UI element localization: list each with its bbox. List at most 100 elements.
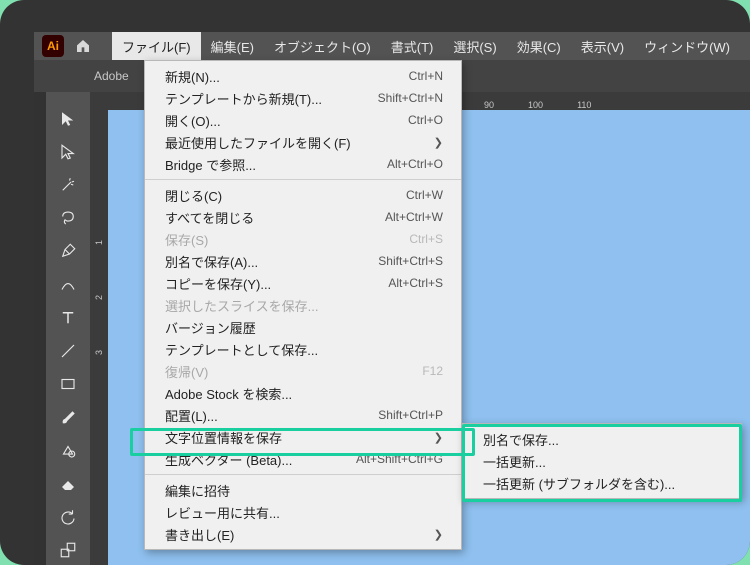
menu-item-label: すべてを閉じる — [165, 208, 254, 227]
menu-type-label: 書式(T) — [391, 37, 434, 56]
toolbox — [46, 92, 90, 565]
submenu-item-label: 一括更新... — [483, 452, 546, 471]
menu-item-label: 最近使用したファイルを開く(F) — [165, 133, 351, 152]
submenu-item[interactable]: 一括更新 (サブフォルダを含む)... — [463, 472, 741, 494]
menu-effect-label: 効果(C) — [517, 37, 561, 56]
menu-item[interactable]: 新規(N)...Ctrl+N — [145, 65, 461, 87]
menu-item-label: 編集に招待 — [165, 481, 230, 500]
menu-item[interactable]: Bridge で参照... Alt+Ctrl+O — [145, 153, 461, 175]
direct-selection-tool-icon[interactable] — [52, 137, 84, 166]
menu-item-label: テンプレートとして保存... — [165, 340, 318, 359]
ruler-tick: 110 — [577, 100, 591, 110]
menu-item[interactable]: バージョン履歴 — [145, 316, 461, 338]
menu-select[interactable]: 選択(S) — [443, 32, 506, 60]
document-tab[interactable]: Adobe — [94, 69, 129, 83]
menu-item-shortcut: Alt+Ctrl+W — [385, 210, 443, 224]
rectangle-tool-icon[interactable] — [52, 370, 84, 399]
menu-item-label: 配置(L)... — [165, 406, 218, 425]
menu-object[interactable]: オブジェクト(O) — [264, 32, 381, 60]
menu-item-shortcut: Alt+Ctrl+O — [387, 157, 443, 171]
home-icon[interactable] — [74, 37, 92, 55]
menu-item[interactable]: コピーを保存(Y)...Alt+Ctrl+S — [145, 272, 461, 294]
submenu-item[interactable]: 一括更新... — [463, 450, 741, 472]
menu-view[interactable]: 表示(V) — [571, 32, 634, 60]
menu-item[interactable]: レビュー用に共有... — [145, 501, 461, 523]
menu-item-label: 復帰(V) — [165, 362, 208, 381]
chevron-right-icon: ❯ — [422, 528, 443, 541]
menu-item-label: 閉じる(C) — [165, 186, 222, 205]
menu-item-shortcut: Ctrl+S — [409, 232, 443, 246]
chevron-right-icon: ❯ — [422, 431, 443, 444]
file-menu-dropdown: 新規(N)...Ctrl+N テンプレートから新規(T)... Shift+Ctrl… — [144, 60, 462, 550]
menu-item[interactable]: Adobe Stock を検索... — [145, 382, 461, 404]
menu-item-label: Adobe Stock を検索... — [165, 384, 292, 403]
menu-item-label: Bridge で参照... — [165, 155, 256, 174]
menu-item[interactable]: 閉じる(C)Ctrl+W — [145, 184, 461, 206]
menu-file[interactable]: ファイル(F) — [112, 32, 201, 60]
menu-item: 保存(S) Ctrl+S — [145, 228, 461, 250]
menu-item-label: テンプレートから新規(T)... — [165, 89, 322, 108]
submenu-item[interactable]: 別名で保存... — [463, 428, 741, 450]
rotate-tool-icon[interactable] — [52, 503, 84, 532]
menu-item-label: バージョン履歴 — [165, 318, 256, 337]
menu-item-shortcut: Shift+Ctrl+N — [378, 91, 443, 105]
menu-item-label: 保存(S) — [165, 230, 208, 249]
lasso-tool-icon[interactable] — [52, 204, 84, 233]
menu-item[interactable]: 別名で保存(A)... Shift+Ctrl+S — [145, 250, 461, 272]
menu-view-label: 表示(V) — [581, 37, 624, 56]
chevron-right-icon: ❯ — [422, 136, 443, 149]
menu-item[interactable]: 開く(O)...Ctrl+O — [145, 109, 461, 131]
menu-effect[interactable]: 効果(C) — [507, 32, 571, 60]
menu-item-label: 新規(N)... — [165, 67, 220, 86]
menu-item[interactable]: すべてを閉じる Alt+Ctrl+W — [145, 206, 461, 228]
wand-tool-icon[interactable] — [52, 170, 84, 199]
menu-item[interactable]: 編集に招待 — [145, 479, 461, 501]
menu-item-shortcut: Ctrl+O — [408, 113, 443, 127]
curvature-tool-icon[interactable] — [52, 270, 84, 299]
menu-separator — [145, 179, 461, 180]
menubar: Ai ファイル(F) 編集(E) オブジェクト(O) 書式(T) 選択(S) 効… — [34, 32, 750, 60]
menu-item[interactable]: 文字位置情報を保存❯ — [145, 426, 461, 448]
menu-item[interactable]: 書き出し(E) ❯ — [145, 523, 461, 545]
brush-tool-icon[interactable] — [52, 403, 84, 432]
app-window: Ai ファイル(F) 編集(E) オブジェクト(O) 書式(T) 選択(S) 効… — [0, 0, 750, 565]
menu-window[interactable]: ウィンドウ(W) — [634, 32, 740, 60]
line-tool-icon[interactable] — [52, 337, 84, 366]
menu-item-shortcut: F12 — [422, 364, 443, 378]
vertical-ruler: 1 2 3 — [90, 110, 108, 565]
menu-item-label: 書き出し(E) — [165, 525, 234, 544]
scale-tool-icon[interactable] — [52, 536, 84, 565]
menu-item: 選択したスライスを保存... — [145, 294, 461, 316]
menu-window-label: ウィンドウ(W) — [644, 37, 730, 56]
app-logo-icon: Ai — [42, 35, 64, 57]
menu-item[interactable]: テンプレートとして保存... — [145, 338, 461, 360]
menu-item-label: 生成ベクター (Beta)... — [165, 450, 292, 469]
left-gutter — [34, 92, 46, 565]
menu-edit[interactable]: 編集(E) — [201, 32, 264, 60]
menu-item-shortcut: Shift+Ctrl+P — [378, 408, 443, 422]
menu-item[interactable]: 配置(L)... Shift+Ctrl+P — [145, 404, 461, 426]
ruler-tick: 3 — [94, 350, 104, 355]
submenu-item-label: 一括更新 (サブフォルダを含む)... — [483, 474, 675, 493]
menu-item-label: レビュー用に共有... — [165, 503, 280, 522]
ruler-tick: 100 — [528, 100, 543, 110]
menu-item: 復帰(V) F12 — [145, 360, 461, 382]
menu-item[interactable]: テンプレートから新規(T)... Shift+Ctrl+N — [145, 87, 461, 109]
menu-type[interactable]: 書式(T) — [381, 32, 444, 60]
menu-object-label: オブジェクト(O) — [274, 37, 371, 56]
shaper-tool-icon[interactable] — [52, 436, 84, 465]
menu-item-shortcut: Shift+Ctrl+S — [378, 254, 443, 268]
menu-item[interactable]: 生成ベクター (Beta)... Alt+Shift+Ctrl+G — [145, 448, 461, 470]
type-tool-icon[interactable] — [52, 303, 84, 332]
submenu-item-label: 別名で保存... — [483, 430, 559, 449]
menu-item-shortcut: Alt+Shift+Ctrl+G — [356, 452, 443, 466]
pen-tool-icon[interactable] — [52, 237, 84, 266]
menu-item[interactable]: 最近使用したファイルを開く(F) ❯ — [145, 131, 461, 153]
menu-select-label: 選択(S) — [453, 37, 496, 56]
eraser-tool-icon[interactable] — [52, 469, 84, 498]
menu-separator — [145, 474, 461, 475]
selection-tool-icon[interactable] — [52, 104, 84, 133]
ruler-tick: 90 — [484, 100, 494, 110]
menu-item-label: 別名で保存(A)... — [165, 252, 258, 271]
save-text-position-submenu: 別名で保存... 一括更新... 一括更新 (サブフォルダを含む)... — [462, 423, 742, 499]
